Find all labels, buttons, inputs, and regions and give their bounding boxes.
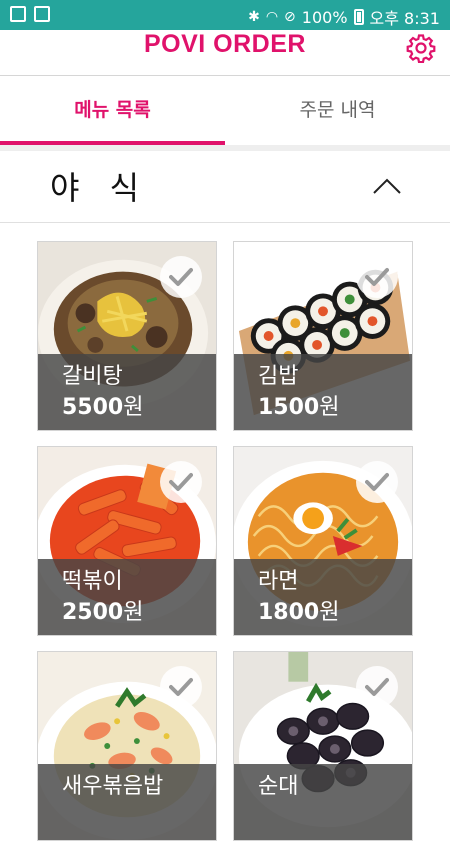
menu-item-name: 떡볶이 — [62, 569, 123, 594]
menu-card-ramyeon[interactable]: 라면 1800원 — [233, 446, 413, 636]
selected-check-icon[interactable] — [356, 461, 398, 503]
chevron-up-icon[interactable] — [372, 177, 402, 195]
bluetooth-icon: ✱ — [248, 9, 260, 25]
menu-item-name: 갈비탕 — [62, 364, 123, 389]
app-bar: POVI ORDER — [0, 30, 450, 76]
menu-item-price: 1500원 — [258, 395, 340, 420]
gear-icon — [406, 34, 436, 64]
menu-grid: 갈비탕 5500원 김밥 1500원 떡볶이 2500원 라면 1800원 새우… — [0, 223, 450, 841]
clock: 오후 8:31 — [369, 9, 440, 28]
selected-check-icon[interactable] — [160, 666, 202, 708]
selected-check-icon[interactable] — [356, 256, 398, 298]
menu-item-price: 5500원 — [62, 395, 144, 420]
menu-item-price: 1800원 — [258, 600, 340, 625]
category-title: 야 식 — [50, 169, 150, 207]
menu-item-name: 새우볶음밥 — [62, 774, 164, 799]
menu-item-name: 순대 — [258, 774, 299, 799]
gallery-icon — [34, 6, 50, 22]
selected-check-icon[interactable] — [356, 666, 398, 708]
app-title: POVI ORDER — [144, 30, 306, 58]
tab-menu-list[interactable]: 메뉴 목록 — [0, 77, 225, 145]
battery-percentage: 100% — [301, 7, 348, 27]
menu-card-tteokbokki[interactable]: 떡볶이 2500원 — [37, 446, 217, 636]
selected-check-icon[interactable] — [160, 461, 202, 503]
menu-item-name: 라면 — [258, 569, 299, 594]
menu-card-gimbap[interactable]: 김밥 1500원 — [233, 241, 413, 431]
settings-button[interactable] — [406, 33, 436, 64]
tab-bar: 메뉴 목록 주문 내역 — [0, 77, 450, 145]
battery-icon — [353, 9, 364, 25]
do-not-disturb-icon: ⊘ — [284, 9, 296, 25]
notification-icon — [10, 6, 26, 22]
tab-order-history[interactable]: 주문 내역 — [225, 77, 450, 145]
menu-card-shrimp-fried-rice[interactable]: 새우볶음밥 — [37, 651, 217, 841]
menu-item-name: 김밥 — [258, 364, 299, 389]
status-bar: ✱ ◠ ⊘ 100% 오후 8:31 — [0, 0, 450, 30]
menu-card-sundae[interactable]: 순대 — [233, 651, 413, 841]
wifi-icon: ◠ — [265, 9, 279, 25]
menu-item-price: 2500원 — [62, 600, 144, 625]
menu-card-galbitang[interactable]: 갈비탕 5500원 — [37, 241, 217, 431]
selected-check-icon[interactable] — [160, 256, 202, 298]
category-header[interactable]: 야 식 — [0, 151, 450, 223]
